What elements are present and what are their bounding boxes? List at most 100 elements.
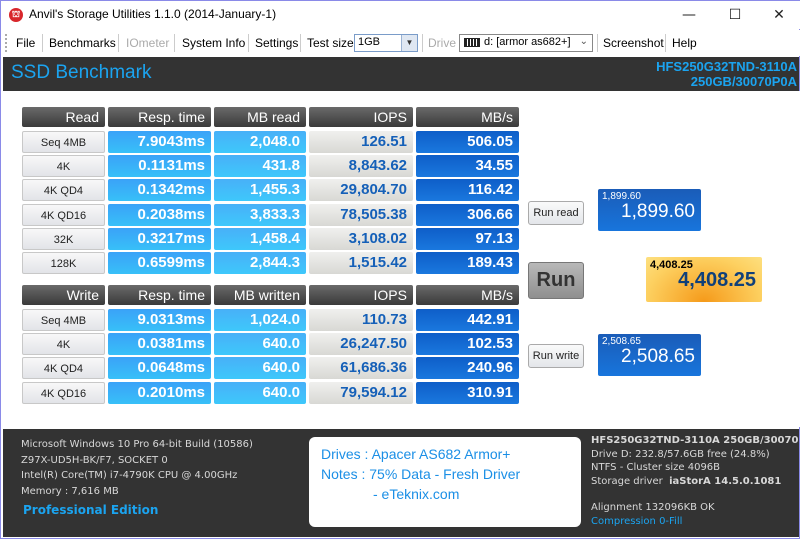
read-row-label[interactable]: 4K [22,155,105,178]
run-write-button[interactable]: Run write [528,344,584,368]
system-info: Microsoft Windows 10 Pro 64-bit Build (1… [21,437,253,499]
toolbar-grip [5,34,7,52]
read-score: 1,899.60 1,899.60 [598,189,701,231]
write-row-label[interactable]: 4K [22,333,105,356]
write-mb-cell: 640.0 [214,333,306,356]
drive-select[interactable]: d: [armor as682+] ⌄ [459,34,593,52]
footer-panel: Microsoft Windows 10 Pro 64-bit Build (1… [3,429,799,537]
read-mb-cell: 1,458.4 [214,227,306,250]
write-row-label[interactable]: 4K QD16 [22,381,105,404]
os-info: Microsoft Windows 10 Pro 64-bit Build (1… [21,439,253,450]
read-mbs-cell: 97.13 [416,227,519,250]
read-iops-cell: 1,515.42 [309,252,413,274]
read-row-label[interactable]: 128K [22,252,105,274]
menu-separator [118,34,119,52]
read-row-label[interactable]: 4K QD16 [22,203,105,226]
notes-drives: Drives : Apacer AS682 Armor+ [321,446,511,462]
read-mbs-cell: 189.43 [416,252,519,274]
menu-settings[interactable]: Settings [255,36,298,50]
read-resp-time-cell: 0.1342ms [108,179,211,202]
compression-info[interactable]: Compression 0-Fill [591,515,799,529]
read-resp-time-cell: 0.2038ms [108,203,211,226]
minimize-button[interactable]: — [667,3,711,27]
write-resp-time-cell: 0.0381ms [108,333,211,356]
write-mb-cell: 1,024.0 [214,309,306,331]
write-iops-cell: 79,594.12 [309,381,413,404]
read-mbs-cell: 306.66 [416,203,519,226]
window-title: Anvil's Storage Utilities 1.1.0 (2014-Ja… [29,7,277,21]
read-score-value: 1,899.60 [621,201,695,222]
run-button[interactable]: Run [528,262,584,299]
run-read-button[interactable]: Run read [528,201,584,225]
menu-system-info[interactable]: System Info [182,36,245,50]
notes-text: Notes : 75% Data - Fresh Driver [321,466,521,482]
drive-model-title: HFS250G32TND-3110A 250GB/30070P0A [656,59,797,89]
close-button[interactable]: ✕ [757,3,800,27]
total-score: 4,408.25 4,408.25 [646,257,762,302]
test-size-value: 1GB [358,36,381,48]
maximize-button[interactable]: ☐ [713,3,757,27]
read-header-mode: Read [22,107,105,127]
read-iops-cell: 29,804.70 [309,179,413,202]
read-iops-cell: 78,505.38 [309,203,413,226]
read-mb-cell: 3,833.3 [214,203,306,226]
drive-model-line2: 250GB/30070P0A [690,74,797,89]
drive-info: HFS250G32TND-3110A 250GB/30070P0A Drive … [591,434,799,528]
read-mb-cell: 2,048.0 [214,131,306,153]
menu-separator [42,34,43,52]
write-mbs-cell: 102.53 [416,333,519,356]
write-mbs-cell: 310.91 [416,381,519,404]
read-mb-cell: 1,455.3 [214,179,306,202]
memory-info: Memory : 7,616 MB [21,485,119,497]
read-resp-time-cell: 0.3217ms [108,227,211,250]
alignment-info: Alignment 132096KB OK [591,502,715,513]
notes-box[interactable]: Drives : Apacer AS682 Armor+ Notes : 75%… [309,437,581,527]
test-size-select[interactable]: 1GB ▼ [354,34,418,52]
menu-help[interactable]: Help [672,36,697,50]
menu-screenshot[interactable]: Screenshot [603,36,664,50]
write-mbs-cell: 240.96 [416,357,519,380]
write-header-mb: MB written [214,285,306,305]
write-header-resp-time: Resp. time [108,285,211,305]
write-mbs-cell: 442.91 [416,309,519,331]
menu-separator [597,34,598,52]
page-title: SSD Benchmark [11,62,152,83]
chevron-down-icon[interactable]: ⌄ [580,36,588,47]
read-header-mb: MB read [214,107,306,127]
write-row-label[interactable]: 4K QD4 [22,357,105,380]
write-resp-time-cell: 9.0313ms [108,309,211,331]
menu-benchmarks[interactable]: Benchmarks [49,36,116,50]
write-header-mode: Write [22,285,105,305]
menu-bar: File Benchmarks IOmeter System Info Sett… [1,30,800,56]
write-resp-time-cell: 0.0648ms [108,357,211,380]
read-resp-time-cell: 7.9043ms [108,131,211,153]
write-score: 2,508.65 2,508.65 [598,334,701,376]
write-mb-cell: 640.0 [214,357,306,380]
menu-separator [300,34,301,52]
notes-source: - eTeknix.com [373,486,460,502]
anvil-app-icon: ⛫ [9,8,23,22]
drive-label: Drive [428,36,457,50]
edition-label: Professional Edition [23,503,159,517]
read-iops-cell: 126.51 [309,131,413,153]
write-header-iops: IOPS [309,285,413,305]
read-mbs-cell: 506.05 [416,131,519,153]
title-bar: ⛫ Anvil's Storage Utilities 1.1.0 (2014-… [1,1,800,29]
write-iops-cell: 110.73 [309,309,413,331]
write-row-label[interactable]: Seq 4MB [22,309,105,331]
dropdown-arrow-icon[interactable]: ▼ [401,35,417,51]
read-header-resp-time: Resp. time [108,107,211,127]
write-resp-time-cell: 0.2010ms [108,381,211,404]
menu-separator [422,34,423,52]
read-row-label[interactable]: Seq 4MB [22,131,105,153]
read-resp-time-cell: 0.6599ms [108,252,211,274]
read-row-label[interactable]: 32K [22,227,105,250]
menu-file[interactable]: File [16,36,35,50]
driver-value: iaStorA 14.5.0.1081 [669,475,782,487]
read-resp-time-cell: 0.1131ms [108,155,211,178]
test-size-label: Test size [307,36,354,50]
read-iops-cell: 8,843.62 [309,155,413,178]
read-mbs-cell: 34.55 [416,155,519,178]
menu-separator [248,34,249,52]
read-row-label[interactable]: 4K QD4 [22,179,105,202]
